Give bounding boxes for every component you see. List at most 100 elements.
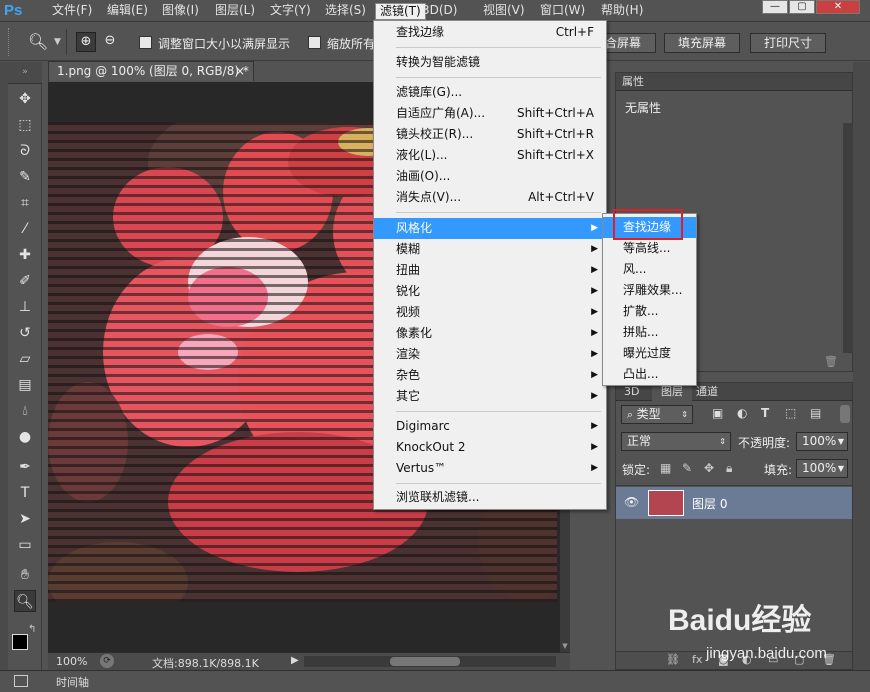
zoom-all-checkbox[interactable] (308, 36, 321, 49)
layer-row[interactable]: 👁︎ 图层 0 (616, 487, 852, 519)
menu-edit[interactable]: 编辑(E) (103, 3, 152, 20)
fill-input[interactable]: 100% ▼ (796, 459, 848, 478)
scroll-down-arrow-icon[interactable]: ▼ (561, 642, 569, 652)
print-size-button[interactable]: 打印尺寸 (750, 33, 826, 53)
menu-3d[interactable]: 3D(D) (418, 3, 461, 20)
opacity-input[interactable]: 100% ▼ (796, 432, 848, 451)
filter-type-icon[interactable]: T (761, 406, 769, 420)
trash-icon[interactable]: 🗑︎ (824, 355, 838, 368)
filter-menu-item-last-filter[interactable]: 查找边缘 Ctrl+F (374, 22, 606, 43)
stylize-item-extrude[interactable]: 凸出... (603, 364, 696, 385)
stylize-item-wind[interactable]: 风... (603, 259, 696, 280)
filter-menu-item-lens-correction[interactable]: 镜头校正(R)... Shift+Ctrl+R (374, 124, 606, 145)
filter-adjust-icon[interactable]: ◐ (737, 406, 747, 420)
chevron-down-icon[interactable]: ▼ (838, 460, 844, 477)
lasso-tool-icon[interactable]: ᘐ (14, 140, 36, 162)
filter-toggle[interactable] (840, 405, 850, 423)
menu-help[interactable]: 帮助(H) (597, 3, 647, 20)
history-brush-tool-icon[interactable]: ↺ (14, 322, 36, 344)
zoom-in-icon[interactable]: ⊕ (76, 32, 96, 52)
path-select-tool-icon[interactable]: ➤ (14, 508, 36, 530)
resize-window-checkbox[interactable] (139, 36, 152, 49)
blend-mode-dropdown[interactable]: 正常 ⇕ (621, 432, 731, 451)
chevron-down-icon[interactable]: ▼ (838, 433, 844, 450)
menu-layer[interactable]: 图层(L) (211, 3, 259, 20)
horizontal-scrollbar[interactable] (304, 656, 556, 667)
filter-menu-item-vanishing-point[interactable]: 消失点(V)... Alt+Ctrl+V (374, 187, 606, 208)
eye-icon[interactable]: 👁︎ (624, 495, 639, 509)
maximize-button[interactable]: ▢ (789, 0, 815, 14)
properties-tab[interactable]: 属性 (616, 73, 852, 91)
hand-tool-icon[interactable]: ✋︎ (14, 564, 36, 586)
layer-filter-dropdown[interactable]: ⌕ 类型 ⇕ (621, 405, 693, 424)
tab-channels[interactable]: 通道 (696, 383, 718, 400)
lock-all-icon[interactable]: 🔒︎ (726, 461, 732, 476)
menu-view[interactable]: 视图(V) (479, 3, 529, 20)
status-share-icon[interactable]: ⟳ (100, 654, 114, 668)
blur-tool-icon[interactable]: 💧︎ (14, 400, 36, 422)
filter-menu-item-knockout[interactable]: KnockOut 2 ▶ (374, 437, 606, 458)
filter-pixel-icon[interactable]: ▣ (712, 406, 723, 420)
rectangle-tool-icon[interactable]: ▭ (14, 534, 36, 556)
filter-menu-item-digimarc[interactable]: Digimarc ▶ (374, 416, 606, 437)
filter-shape-icon[interactable]: ⬚ (785, 406, 796, 420)
dodge-tool-icon[interactable]: ● (14, 426, 36, 448)
filter-menu-item-browse-online[interactable]: 浏览联机滤镜... (374, 487, 606, 508)
menu-file[interactable]: 文件(F) (48, 3, 96, 20)
layer-name[interactable]: 图层 0 (692, 495, 727, 512)
menu-image[interactable]: 图像(I) (158, 3, 203, 20)
eraser-tool-icon[interactable]: ▱ (14, 348, 36, 370)
move-tool-icon[interactable]: ✥ (14, 88, 36, 110)
eyedropper-tool-icon[interactable]: ⁄ (14, 218, 36, 240)
brush-tool-icon[interactable]: ✐ (14, 270, 36, 292)
type-tool-icon[interactable]: T (14, 482, 36, 504)
swap-colors-icon[interactable]: ↰ (28, 624, 36, 635)
lock-paint-icon[interactable]: ✎ (682, 461, 692, 475)
filter-menu-item-pixelate[interactable]: 像素化 ▶ (374, 323, 606, 344)
toolbar-collapse-icon[interactable]: » (8, 62, 42, 84)
filter-menu-item-adaptive-wide-angle[interactable]: 自适应广角(A)... Shift+Ctrl+A (374, 103, 606, 124)
stylize-item-diffuse[interactable]: 扩散... (603, 301, 696, 322)
zoom-out-icon[interactable]: ⊖ (100, 32, 120, 52)
zoom-level[interactable]: 100% (56, 655, 87, 668)
fill-screen-button[interactable]: 填充屏幕 (664, 33, 740, 53)
timeline-icon[interactable] (14, 675, 28, 687)
properties-scrollbar[interactable] (843, 123, 853, 353)
zoom-tool-icon[interactable]: 🔍︎ (14, 590, 36, 612)
filter-menu-item-noise[interactable]: 杂色 ▶ (374, 365, 606, 386)
filter-menu-item-other[interactable]: 其它 ▶ (374, 386, 606, 407)
stylize-item-tiles[interactable]: 拼贴... (603, 322, 696, 343)
stylize-item-contour[interactable]: 等高线... (603, 238, 696, 259)
timeline-label[interactable]: 时间轴 (56, 674, 89, 690)
filter-menu-item-sharpen[interactable]: 锐化 ▶ (374, 281, 606, 302)
stylize-item-solarize[interactable]: 曝光过度 (603, 343, 696, 364)
filter-menu-item-distort[interactable]: 扭曲 ▶ (374, 260, 606, 281)
status-menu-arrow-icon[interactable]: ▶ (291, 655, 299, 666)
filter-menu-item-smart-filter[interactable]: 转换为智能滤镜 (374, 52, 606, 73)
filter-menu-item-vertus[interactable]: Vertus™ ▶ (374, 458, 606, 479)
gradient-tool-icon[interactable]: ▤ (14, 374, 36, 396)
filter-menu-item-gallery[interactable]: 滤镜库(G)... (374, 82, 606, 103)
filter-menu-item-video[interactable]: 视频 ▶ (374, 302, 606, 323)
menu-type[interactable]: 文字(Y) (266, 3, 315, 20)
foreground-color-swatch[interactable] (12, 634, 28, 650)
lock-transparent-icon[interactable]: ▦ (660, 461, 671, 475)
filter-menu-item-blur[interactable]: 模糊 ▶ (374, 239, 606, 260)
pen-tool-icon[interactable]: ✒ (14, 456, 36, 478)
filter-menu-item-render[interactable]: 渲染 ▶ (374, 344, 606, 365)
filter-smart-icon[interactable]: ▤ (810, 406, 821, 420)
minimize-button[interactable]: — (762, 0, 788, 14)
stylize-item-emboss[interactable]: 浮雕效果... (603, 280, 696, 301)
close-tab-icon[interactable]: × (235, 62, 245, 80)
filter-menu-item-stylize[interactable]: 风格化 ▶ (374, 218, 606, 239)
healing-brush-tool-icon[interactable]: ✚ (14, 244, 36, 266)
horizontal-scroll-thumb[interactable] (390, 657, 460, 666)
quick-select-tool-icon[interactable]: ✎ (14, 166, 36, 188)
tool-preset-chevron-icon[interactable]: ▼ (54, 37, 61, 47)
crop-tool-icon[interactable]: ⌗ (14, 192, 36, 214)
clone-stamp-tool-icon[interactable]: ⊥ (14, 296, 36, 318)
document-tab[interactable]: 1.png @ 100% (图层 0, RGB/8) * × (48, 61, 254, 81)
menu-window[interactable]: 窗口(W) (536, 3, 589, 20)
filter-menu-item-liquify[interactable]: 液化(L)... Shift+Ctrl+X (374, 145, 606, 166)
close-window-button[interactable]: ✕ (816, 0, 860, 14)
